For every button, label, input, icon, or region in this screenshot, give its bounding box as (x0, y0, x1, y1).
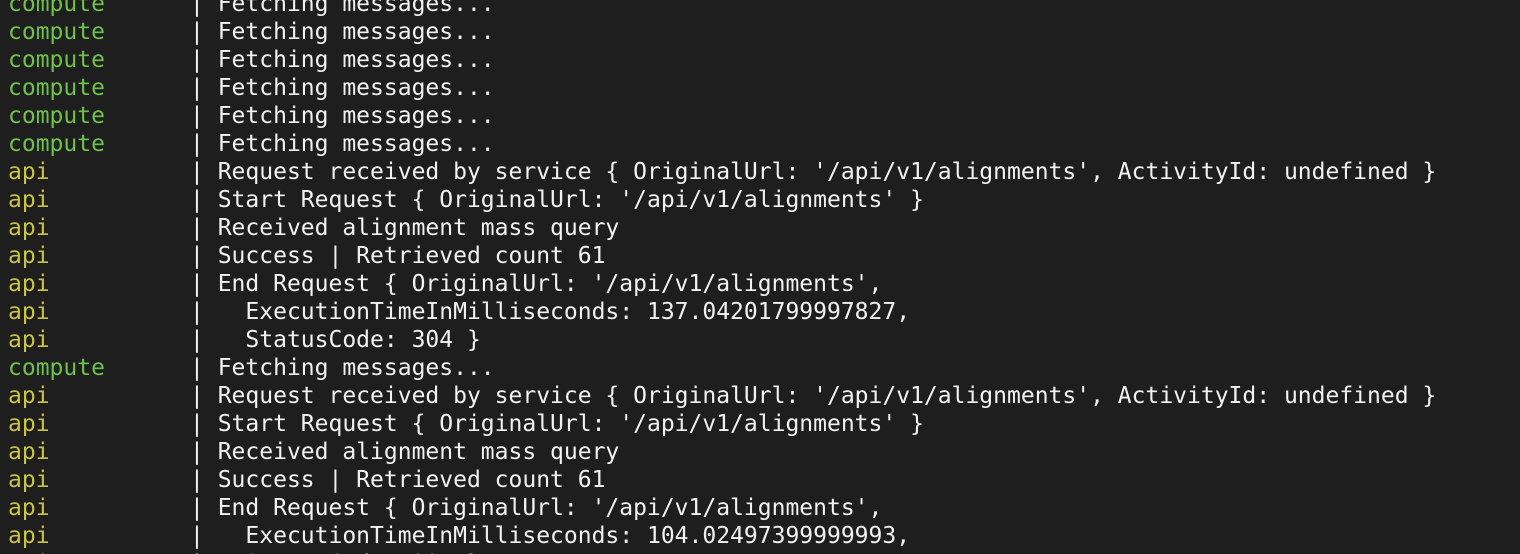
separator: | (190, 131, 204, 157)
separator: | (190, 47, 204, 73)
service-name: compute (8, 75, 105, 101)
separator: | (190, 495, 204, 521)
separator: | (190, 243, 204, 269)
log-message: Fetching messages... (203, 19, 495, 45)
log-line: compute | Fetching messages... (8, 46, 1436, 74)
service-name: api (8, 439, 50, 465)
service-name: api (8, 411, 50, 437)
log-line: api | Success | Retrieved count 61 (8, 242, 1436, 270)
terminal-window[interactable]: compute | Fetching messages... compute | Fe… (0, 0, 1520, 554)
service-name: api (8, 383, 50, 409)
log-message: Fetching messages... (203, 103, 495, 129)
log-line: compute | Fetching messages... (8, 18, 1436, 46)
separator: | (190, 550, 204, 554)
service-name: compute (8, 19, 105, 45)
service-name: compute (8, 131, 105, 157)
log-message: Success | Retrieved count 61 (203, 467, 606, 493)
service-name: api (8, 327, 50, 353)
log-message: Fetching messages... (203, 355, 495, 381)
log-line: api | Start Request { OriginalUrl: '/api/… (8, 186, 1436, 214)
log-message: ExecutionTimeInMilliseconds: 104.0249739… (203, 523, 911, 549)
service-name: compute (8, 355, 105, 381)
log-message: Fetching messages... (203, 131, 495, 157)
separator: | (190, 159, 204, 185)
separator: | (190, 215, 204, 241)
service-name: api (8, 215, 50, 241)
service-name: api (8, 523, 50, 549)
log-line: api | End Request { OriginalUrl: '/api/v1… (8, 494, 1436, 522)
service-name: compute (8, 103, 105, 129)
log-message: ExecutionTimeInMilliseconds: 137.0420179… (203, 299, 911, 325)
log-line: compute | Fetching messages... (8, 74, 1436, 102)
log-message: Start Request { OriginalUrl: '/api/v1/al… (203, 411, 924, 437)
separator: | (190, 523, 204, 549)
log-message: End Request { OriginalUrl: '/api/v1/alig… (203, 495, 883, 521)
log-message: Fetching messages... (203, 0, 495, 17)
log-message: Received alignment mass query (203, 439, 620, 465)
log-message: Success | Retrieved count 61 (203, 243, 606, 269)
separator: | (190, 0, 204, 17)
log-message: StatusCode: 304 } (204, 550, 480, 554)
service-name: api (8, 187, 50, 213)
service-name: compute (8, 0, 105, 17)
service-name: api (8, 271, 50, 297)
log-output: compute | Fetching messages... compute | Fe… (8, 0, 1436, 554)
log-line: api | Request received by service { Origi… (8, 158, 1436, 186)
separator: | (190, 327, 204, 353)
separator: | (190, 411, 204, 437)
log-line: api | ExecutionTimeInMilliseconds: 104.02… (8, 522, 1436, 550)
log-line: api | Request received by service { Origi… (8, 382, 1436, 410)
log-message: Received alignment mass query (203, 215, 620, 241)
log-line: api| StatusCode: 304 } (8, 550, 1436, 554)
log-message: Start Request { OriginalUrl: '/api/v1/al… (203, 187, 924, 213)
log-line: api | Start Request { OriginalUrl: '/api/… (8, 410, 1436, 438)
log-line: compute | Fetching messages... (8, 102, 1436, 130)
separator: | (190, 271, 204, 297)
separator: | (190, 187, 204, 213)
separator: | (190, 103, 204, 129)
service-name: api (8, 550, 190, 554)
service-name: compute (8, 47, 105, 73)
log-message: Fetching messages... (203, 47, 495, 73)
separator: | (190, 467, 204, 493)
service-name: api (8, 243, 50, 269)
log-message: StatusCode: 304 } (203, 327, 481, 353)
log-message: Fetching messages... (203, 75, 495, 101)
separator: | (190, 75, 204, 101)
separator: | (190, 355, 204, 381)
log-line: api | Received alignment mass query (8, 438, 1436, 466)
log-line: api | Success | Retrieved count 61 (8, 466, 1436, 494)
log-line: api | End Request { OriginalUrl: '/api/v1… (8, 270, 1436, 298)
log-line: api | StatusCode: 304 } (8, 326, 1436, 354)
separator: | (190, 19, 204, 45)
log-line: compute | Fetching messages... (8, 130, 1436, 158)
log-message: Request received by service { OriginalUr… (203, 159, 1437, 185)
log-line: api | ExecutionTimeInMilliseconds: 137.04… (8, 298, 1436, 326)
service-name: api (8, 299, 50, 325)
log-line: compute | Fetching messages... (8, 354, 1436, 382)
separator: | (190, 299, 204, 325)
log-message: End Request { OriginalUrl: '/api/v1/alig… (203, 271, 883, 297)
service-name: api (8, 159, 50, 185)
separator: | (190, 383, 204, 409)
log-line: api | Received alignment mass query (8, 214, 1436, 242)
log-message: Request received by service { OriginalUr… (203, 383, 1437, 409)
service-name: api (8, 467, 50, 493)
separator: | (190, 439, 204, 465)
log-line: compute | Fetching messages... (8, 0, 1436, 18)
service-name: api (8, 495, 50, 521)
